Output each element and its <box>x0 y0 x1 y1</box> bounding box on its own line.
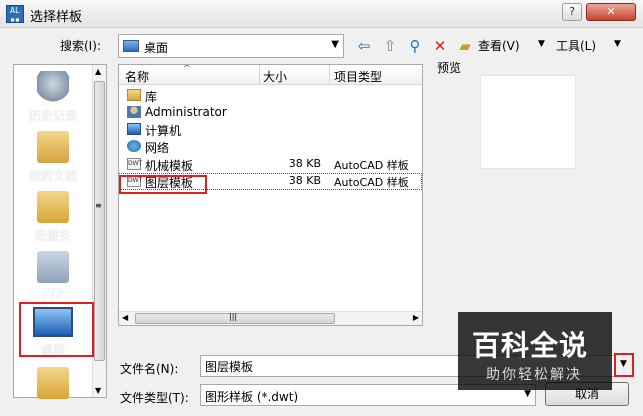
scroll-thumb[interactable] <box>94 81 105 361</box>
history-icon <box>37 71 69 103</box>
item-name: Administrator <box>145 105 227 119</box>
scroll-right-icon[interactable]: ▶ <box>413 313 419 322</box>
chevron-down-icon: ▼ <box>620 359 627 369</box>
new-folder-icon[interactable]: ▰ <box>455 36 475 56</box>
place-label: 历史记录 <box>28 109 77 123</box>
views-button[interactable]: 查看(V) <box>478 37 520 54</box>
place-history[interactable]: 历史记录 <box>14 71 92 124</box>
place-label: FTP <box>42 287 64 301</box>
column-separator[interactable] <box>329 65 330 85</box>
computer-icon <box>127 123 141 135</box>
column-header-type[interactable]: 项目类型 <box>334 68 382 85</box>
tools-button[interactable]: 工具(L) <box>556 37 596 54</box>
back-icon[interactable]: ⇦ <box>354 36 374 56</box>
list-header: 名称 ^ 大小 项目类型 <box>119 65 422 85</box>
close-button[interactable]: ✕ <box>586 3 636 21</box>
window-title: 选择样板 <box>30 10 83 25</box>
place-ftp[interactable]: FTP <box>14 251 92 301</box>
places-scrollbar[interactable]: ▲ ≡ ▼ <box>92 65 106 397</box>
watermark: 百科全说 助你轻松解决 <box>458 312 612 390</box>
place-label: 我的文档 <box>28 169 77 183</box>
sort-ascending-icon: ^ <box>183 64 191 74</box>
search-web-icon[interactable]: ⚲ <box>405 36 425 56</box>
desktop-icon <box>123 40 139 52</box>
place-favorites[interactable]: 收藏夹 <box>14 191 92 244</box>
title-bar: AL ▪▪ 选择样板 ? ✕ <box>0 0 643 28</box>
dwt-file-icon: DWT <box>127 158 142 170</box>
item-name: 网络 <box>145 141 170 155</box>
lookin-combo[interactable]: 桌面 ▼ <box>118 34 344 58</box>
open-dropdown-highlight-annotation[interactable]: ▼ <box>614 353 634 377</box>
help-button[interactable]: ? <box>562 3 582 21</box>
selected-file-highlight-annotation <box>119 175 207 194</box>
item-name: 机械模板 <box>145 159 194 173</box>
chevron-down-icon[interactable]: ▼ <box>524 389 531 399</box>
lookin-value: 桌面 <box>144 41 169 55</box>
filetype-value: 图形样板 (*.dwt) <box>205 390 299 404</box>
grip-icon: ≡ <box>95 201 102 210</box>
watermark-subtitle: 助你轻松解决 <box>486 367 582 383</box>
list-item[interactable]: Administrator <box>119 104 422 121</box>
desktop-highlight-annotation <box>19 302 94 357</box>
watermark-logo: 百科全说 <box>472 329 589 362</box>
chevron-down-icon[interactable]: ▼ <box>331 39 339 50</box>
up-folder-icon[interactable]: ⇧ <box>380 36 400 56</box>
place-label: 收藏夹 <box>34 229 71 243</box>
user-folder-icon <box>127 106 141 118</box>
delete-icon[interactable]: ✕ <box>430 36 450 56</box>
horizontal-scrollbar[interactable]: ◀ ||| ▶ <box>119 311 422 325</box>
preview-label: 预览 <box>437 61 462 75</box>
column-header-size[interactable]: 大小 <box>263 68 287 85</box>
item-type: AutoCAD 样板 <box>334 159 409 172</box>
list-item[interactable]: 库 <box>119 87 422 104</box>
place-documents[interactable]: 我的文档 <box>14 131 92 184</box>
item-size: 38 KB <box>288 157 321 170</box>
grip-icon: ||| <box>229 312 238 321</box>
file-list: 名称 ^ 大小 项目类型 库 Administrator 计算机 网络 DWT … <box>118 64 423 326</box>
network-icon <box>127 140 141 152</box>
preview-pane <box>480 75 576 169</box>
filename-label: 文件名(N): <box>120 362 179 376</box>
column-separator[interactable] <box>259 65 260 85</box>
filetype-label: 文件类型(T): <box>120 391 189 405</box>
autocad-app-icon: AL ▪▪ <box>6 5 24 24</box>
favorites-icon <box>37 191 69 223</box>
documents-icon <box>37 131 69 163</box>
column-header-name[interactable]: 名称 <box>125 68 149 85</box>
folder-icon <box>37 367 69 399</box>
scroll-down-icon[interactable]: ▼ <box>95 386 101 395</box>
ftp-icon <box>37 251 69 283</box>
item-name: 计算机 <box>145 124 182 138</box>
item-name: 库 <box>145 90 158 104</box>
place-folder[interactable] <box>14 367 92 399</box>
views-dropdown-icon[interactable]: ▼ <box>538 39 545 49</box>
template-dialog: AL ▪▪ 选择样板 ? ✕ 搜索(I): 桌面 ▼ ⇦ ⇧ ⚲ ✕ ▰ 查看(V… <box>0 0 643 416</box>
list-item[interactable]: 计算机 <box>119 121 422 138</box>
library-icon <box>127 89 141 101</box>
list-item[interactable]: 网络 <box>119 138 422 155</box>
lookin-label: 搜索(I): <box>60 39 101 53</box>
list-item[interactable]: DWT 机械模板 38 KB AutoCAD 样板 <box>119 156 422 173</box>
scroll-left-icon[interactable]: ◀ <box>122 313 128 322</box>
scroll-up-icon[interactable]: ▲ <box>95 67 101 76</box>
tools-dropdown-icon[interactable]: ▼ <box>614 39 621 49</box>
